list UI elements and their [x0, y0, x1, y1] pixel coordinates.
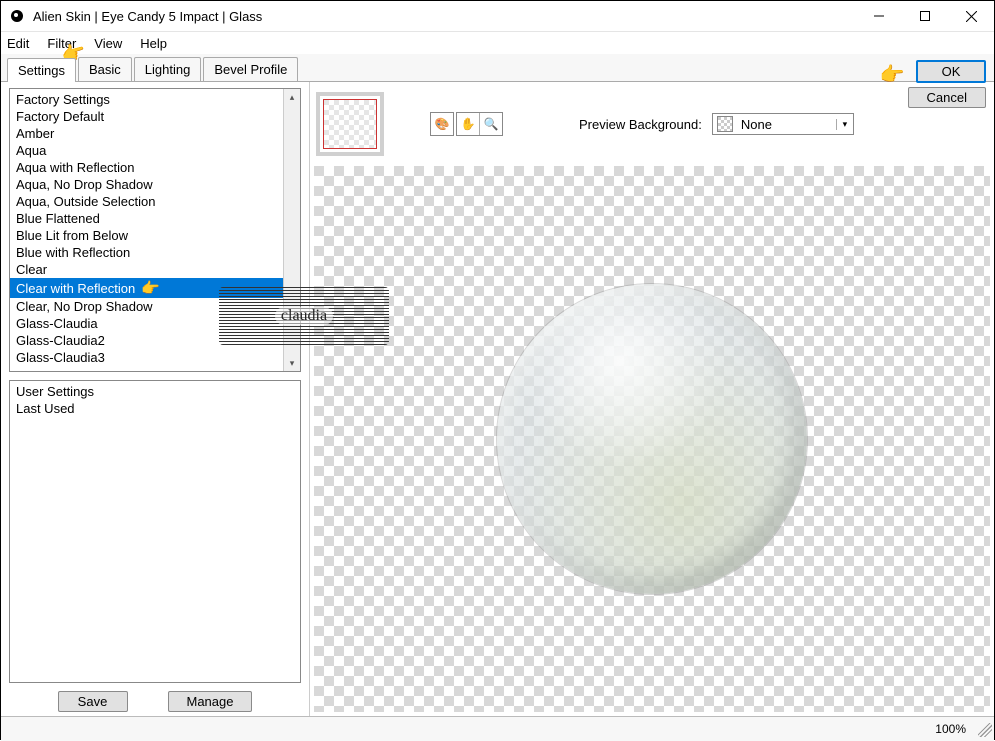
resize-grip[interactable] [978, 723, 992, 737]
scroll-down-button[interactable]: ▾ [284, 355, 300, 371]
list-item[interactable]: Blue with Reflection [10, 244, 300, 261]
pointer-icon: 👉 [141, 280, 160, 297]
menu-help[interactable]: Help [140, 36, 167, 51]
chevron-down-icon[interactable]: ▾ [836, 119, 853, 130]
maximize-button[interactable] [902, 1, 948, 31]
pointer-icon: 👉 [880, 62, 905, 87]
window-title: Alien Skin | Eye Candy 5 Impact | Glass [33, 9, 856, 24]
hand-tool-icon[interactable]: ✋ [457, 113, 480, 135]
nav-tool-group: ✋ 🔍 [456, 112, 503, 136]
list-item[interactable]: Aqua [10, 142, 300, 159]
preview-toolbar: 🎨 ✋ 🔍 Preview Background: None ▾ [310, 82, 994, 166]
menu-edit[interactable]: Edit [7, 36, 29, 51]
manage-button[interactable]: Manage [168, 691, 253, 712]
close-button[interactable] [948, 1, 994, 31]
ok-button[interactable]: OK [916, 60, 986, 83]
list-item[interactable]: Amber [10, 125, 300, 142]
preview-thumbnail[interactable] [316, 92, 384, 156]
status-bar: 100% [1, 716, 994, 741]
tab-bevel-profile[interactable]: Bevel Profile [203, 57, 298, 81]
tabstrip: Settings Basic Lighting Bevel Profile [1, 54, 994, 82]
preview-area[interactable] [314, 166, 990, 712]
list-header: User Settings [10, 383, 300, 400]
transparent-swatch-icon [717, 116, 733, 132]
list-item[interactable]: Glass-Claudia3 [10, 349, 300, 366]
preview-background-label: Preview Background: [579, 117, 702, 132]
zoom-tool-icon[interactable]: 🔍 [480, 113, 502, 135]
minimize-button[interactable] [856, 1, 902, 31]
tab-settings[interactable]: Settings [7, 58, 76, 82]
zoom-level: 100% [935, 722, 966, 736]
list-item[interactable]: Aqua, Outside Selection [10, 193, 300, 210]
list-item[interactable]: Aqua with Reflection [10, 159, 300, 176]
glass-preview [497, 284, 807, 594]
preview-background-value: None [737, 117, 836, 132]
list-item[interactable]: Aqua, No Drop Shadow [10, 176, 300, 193]
list-header: Factory Settings [10, 91, 300, 108]
save-button[interactable]: Save [58, 691, 128, 712]
user-settings-list[interactable]: User SettingsLast Used [9, 380, 301, 683]
preview-background-combo[interactable]: None ▾ [712, 113, 854, 135]
watermark: claudia [219, 287, 389, 345]
menu-view[interactable]: View [94, 36, 122, 51]
app-icon [9, 8, 25, 24]
menubar: Edit Filter View Help [1, 32, 994, 54]
tab-lighting[interactable]: Lighting [134, 57, 202, 81]
color-tool-icon[interactable]: 🎨 [430, 112, 454, 136]
scroll-up-button[interactable]: ▴ [284, 89, 300, 105]
list-item[interactable]: Factory Default [10, 108, 300, 125]
list-item[interactable]: Last Used [10, 400, 300, 417]
titlebar: Alien Skin | Eye Candy 5 Impact | Glass [1, 1, 994, 32]
watermark-text: claudia [275, 307, 333, 325]
settings-panel: ▴ ▾ Factory SettingsFactory DefaultAmber… [1, 82, 310, 716]
list-item[interactable]: Clear [10, 261, 300, 278]
list-item[interactable]: Blue Flattened [10, 210, 300, 227]
list-item[interactable]: Blue Lit from Below [10, 227, 300, 244]
cancel-button[interactable]: Cancel [908, 87, 986, 108]
